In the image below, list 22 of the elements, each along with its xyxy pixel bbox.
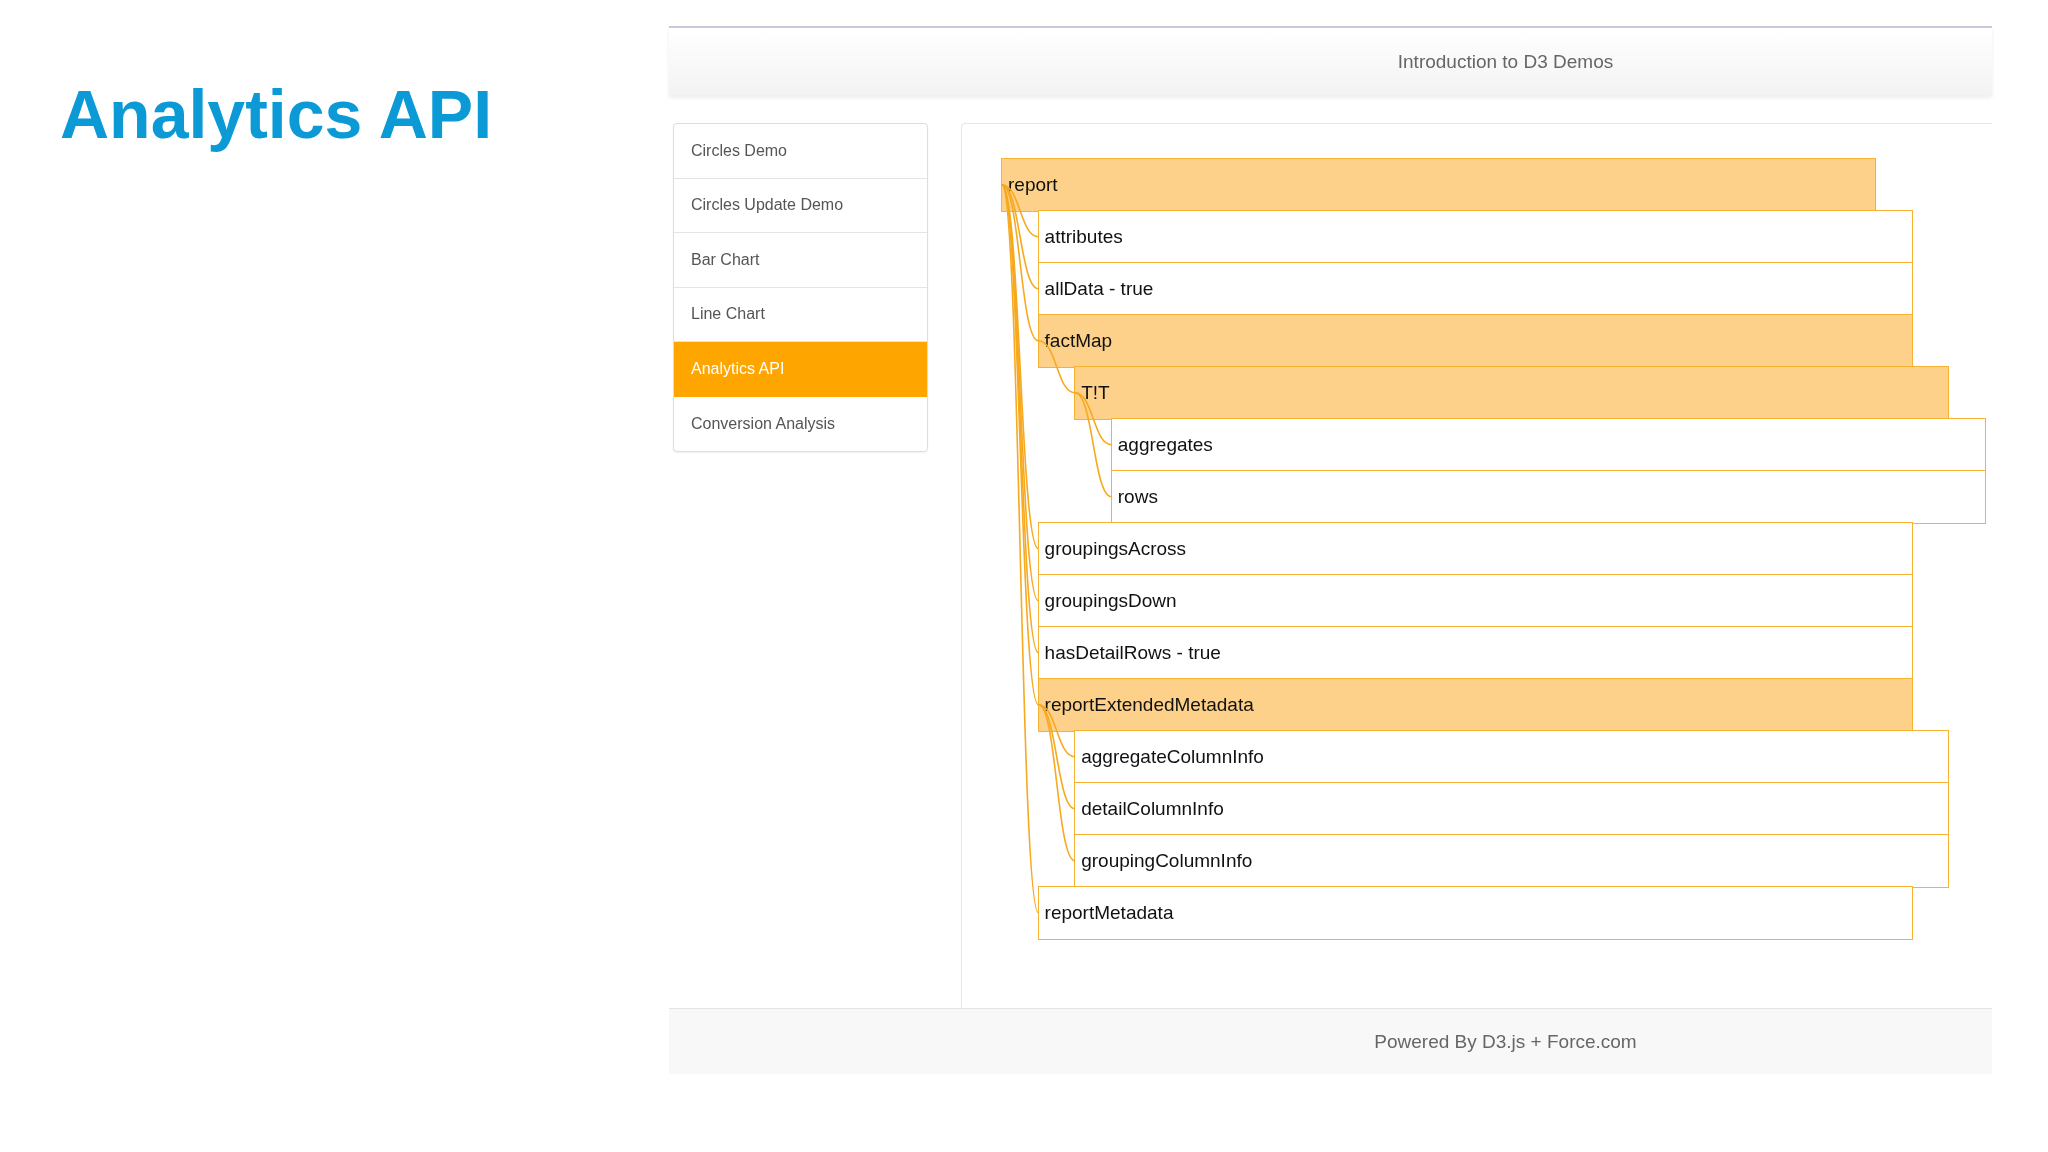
nav-item[interactable]: Circles Update Demo <box>674 178 927 233</box>
tree-node[interactable]: reportMetadata <box>1037 886 1913 940</box>
nav-item[interactable]: Bar Chart <box>674 233 927 288</box>
nav-item[interactable]: Circles Demo <box>674 124 927 179</box>
tree-node[interactable]: allData - true <box>1037 262 1913 316</box>
tree-node[interactable]: groupingColumnInfo <box>1074 834 1950 888</box>
footer-text: Powered By D3.js + Force.com <box>1374 1030 1637 1053</box>
tree-node[interactable]: reportExtendedMetadata <box>1037 678 1913 732</box>
tree-node[interactable]: groupingsAcross <box>1037 522 1913 576</box>
tree-node[interactable]: aggregateColumnInfo <box>1074 730 1950 784</box>
tree-node[interactable]: aggregates <box>1110 418 1986 472</box>
nav-item[interactable]: Conversion Analysis <box>674 396 927 451</box>
tree-node[interactable]: T!T <box>1074 366 1950 420</box>
tree-node[interactable]: hasDetailRows - true <box>1037 626 1913 680</box>
tree-node[interactable]: attributes <box>1037 210 1913 264</box>
slide-title: Analytics API <box>60 75 493 154</box>
tree-node[interactable]: groupingsDown <box>1037 574 1913 628</box>
tree-node[interactable]: rows <box>1110 470 1986 524</box>
tree-node[interactable]: report <box>1001 158 1876 212</box>
header-title: Introduction to D3 Demos <box>1397 50 1614 73</box>
tree-node[interactable]: factMap <box>1037 314 1913 368</box>
tree-node[interactable]: detailColumnInfo <box>1074 782 1950 836</box>
